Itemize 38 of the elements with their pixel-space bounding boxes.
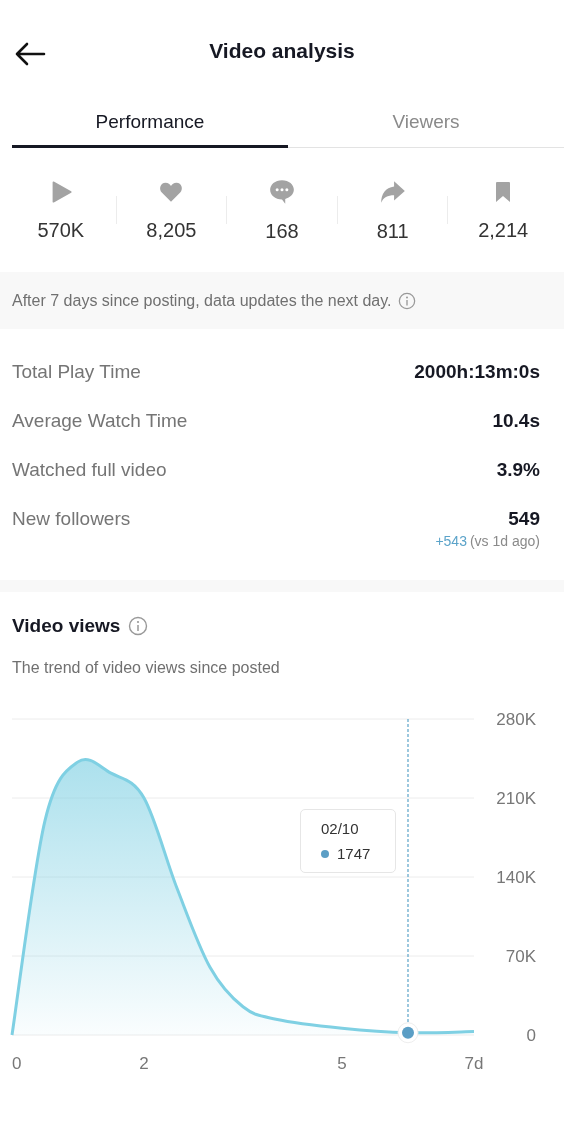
section-subtitle: The trend of video views since posted (12, 659, 281, 677)
data-point[interactable] (397, 1022, 419, 1044)
axis-label: 2 (139, 1054, 149, 1073)
metric-value: 10.4s (492, 409, 540, 433)
axis-label: 140K (496, 868, 536, 887)
stat-count: 2,214 (478, 218, 529, 242)
axis-label: 5 (337, 1054, 347, 1073)
back-arrow-icon[interactable] (14, 42, 46, 66)
metric-label: Total Play Time (12, 360, 141, 384)
metric-label: Average Watch Time (12, 409, 188, 433)
change-value: +543 (435, 533, 467, 549)
stat-count: 8,205 (146, 218, 197, 242)
metric-label: Watched full video (12, 458, 167, 482)
tooltip-date: 02/10 (321, 820, 360, 837)
axis-label: 0 (526, 1026, 536, 1045)
stat-count: 811 (376, 219, 409, 243)
notice-text: After 7 days since posting, data updates the next day. (12, 291, 392, 310)
axis-label: 280K (496, 710, 536, 729)
axis-label: 210K (496, 789, 536, 808)
chat-bubble-icon (268, 177, 296, 206)
page-title: Video analysis (209, 39, 355, 63)
tooltip-value: 1747 (337, 845, 371, 862)
section-title: Video views (12, 615, 121, 637)
series-dot-icon (321, 849, 329, 858)
axis-label: 0 (12, 1054, 22, 1073)
stat-count: 570K (37, 218, 85, 242)
metric-value: 2000h:13m:0s (414, 360, 540, 384)
info-icon[interactable] (397, 291, 416, 310)
tab[interactable]: Viewers (288, 104, 564, 148)
metric-label: New followers (12, 507, 131, 531)
tab[interactable]: Performance (12, 104, 288, 148)
metric-value: 3.9% (496, 458, 540, 482)
info-icon[interactable] (128, 616, 149, 636)
stat-count: 168 (265, 219, 299, 243)
axis-label: 70K (505, 947, 536, 966)
metric-value: 549 (508, 507, 540, 531)
axis-label: 7d (464, 1054, 484, 1073)
change-note: (vs 1d ago) (469, 533, 540, 549)
